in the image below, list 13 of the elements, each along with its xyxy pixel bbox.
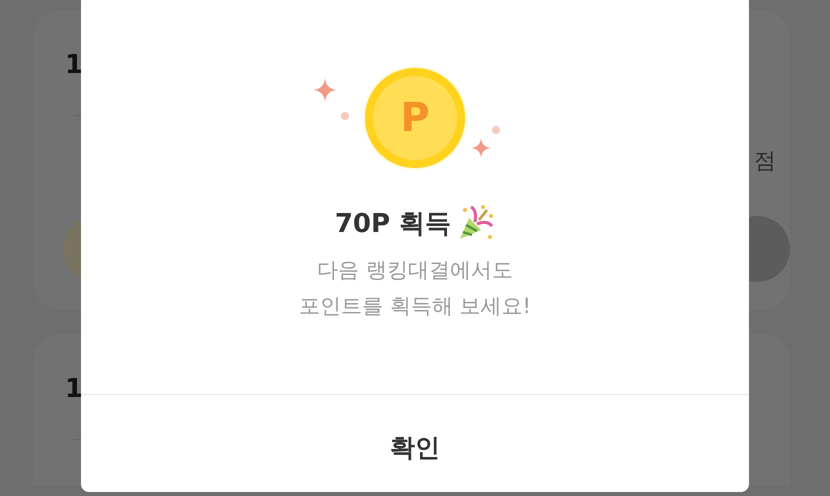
dot-icon bbox=[341, 112, 349, 120]
score-text: 점 bbox=[754, 148, 776, 176]
coin-icon: P bbox=[365, 68, 465, 168]
message-text: 포인트를 획득해 보세요! bbox=[299, 293, 531, 320]
dot-icon bbox=[492, 126, 500, 134]
rank-number: 1 bbox=[65, 374, 84, 404]
reward-title: 70P 획득 bbox=[334, 208, 452, 240]
party-popper-icon bbox=[457, 204, 496, 242]
message-text: 다음 랭킹대결에서도 bbox=[317, 257, 513, 284]
confirm-button[interactable]: 확인 bbox=[350, 423, 480, 472]
rank-number: 1 bbox=[65, 50, 84, 80]
sparkle-icon bbox=[313, 78, 337, 102]
sparkle-icon bbox=[471, 138, 491, 158]
